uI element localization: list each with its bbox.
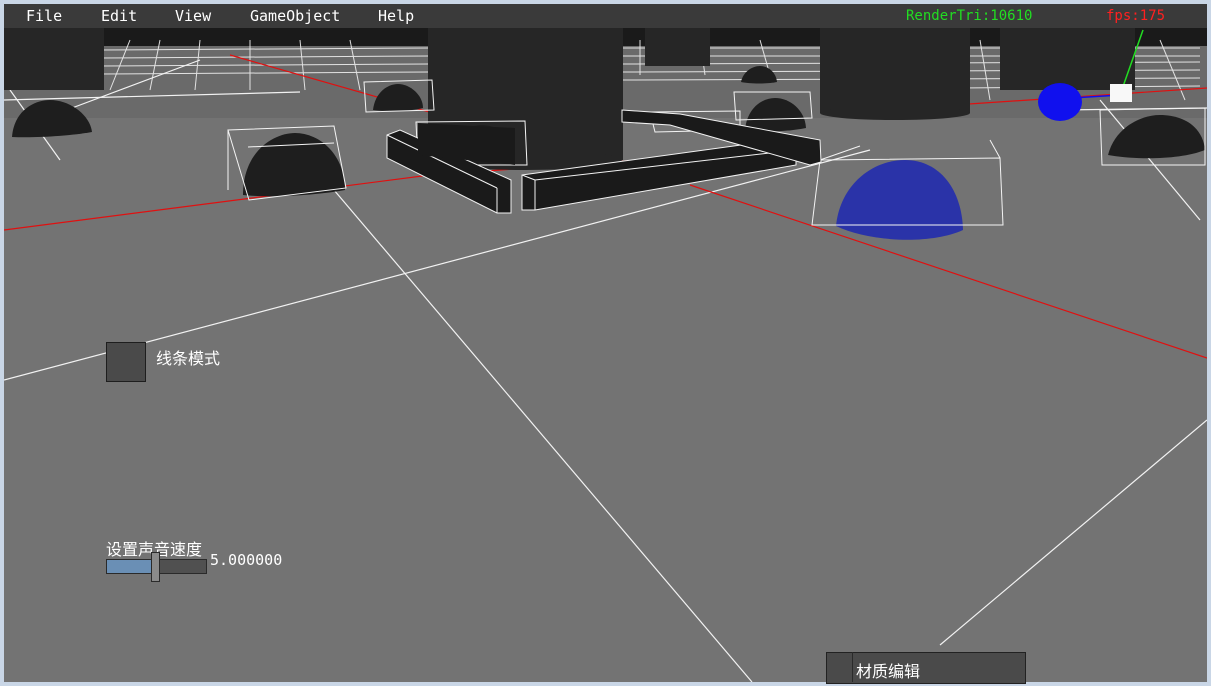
scene-render — [4, 28, 1207, 682]
wireframe-mode-label: 线条模式 — [156, 349, 221, 368]
wireframe-mode-checkbox[interactable] — [106, 342, 146, 382]
menu-edit[interactable]: Edit — [101, 4, 137, 28]
material-button-divider — [852, 652, 853, 682]
menu-bar: File Edit View GameObject Help RenderTri… — [4, 4, 1207, 28]
blue-dome — [836, 160, 963, 240]
sound-speed-slider-fill — [107, 560, 157, 573]
menu-help[interactable]: Help — [378, 4, 414, 28]
sound-speed-slider-thumb[interactable] — [151, 552, 160, 582]
blue-sphere — [1038, 83, 1082, 121]
menu-view[interactable]: View — [175, 4, 211, 28]
fps-counter: fps:175 — [1106, 8, 1166, 24]
menu-gameobject[interactable]: GameObject — [250, 4, 340, 28]
3d-viewport[interactable] — [4, 4, 1207, 682]
application-window: File Edit View GameObject Help RenderTri… — [0, 0, 1211, 686]
material-editor-button-label: 材质编辑 — [856, 662, 921, 681]
render-tri-counter: RenderTri:10610 — [906, 8, 1033, 24]
sound-speed-value: 5.000000 — [210, 551, 283, 569]
menu-file[interactable]: File — [26, 4, 62, 28]
